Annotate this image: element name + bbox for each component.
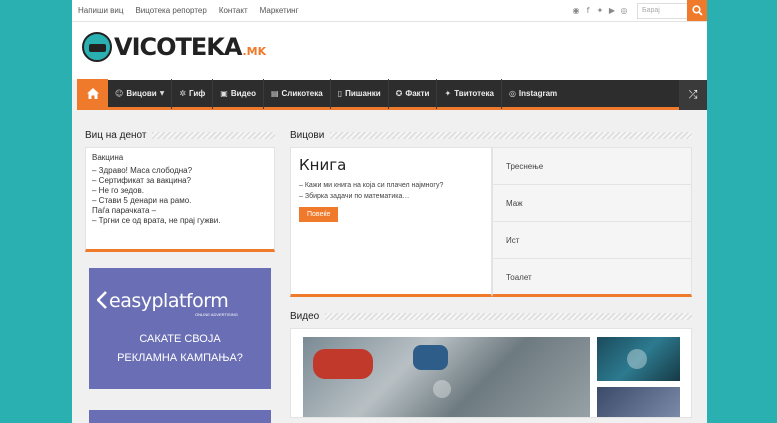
document-icon: ▯ bbox=[337, 89, 343, 98]
instagram-icon[interactable]: ◎ bbox=[620, 6, 628, 15]
heading-divider bbox=[330, 131, 692, 139]
nav-item-label: Гиф bbox=[189, 89, 206, 98]
main-content: Вицови Книга – Кажи ми книга на која си … bbox=[290, 128, 692, 418]
thumbnail-shape bbox=[313, 349, 373, 379]
featured-joke-line: – Кажи ми книга на која си плачел најмно… bbox=[299, 182, 444, 189]
joke-line: – Не го зедов. bbox=[92, 186, 144, 195]
nav-item-label: Instagram bbox=[518, 89, 558, 98]
featured-joke-line: – Збирка задачи по математика… bbox=[299, 193, 410, 200]
nav-item-fakti[interactable]: ✪ Факти bbox=[389, 78, 438, 109]
list-item[interactable]: Тоалет bbox=[493, 259, 691, 296]
twitter-icon[interactable]: ✦ bbox=[596, 6, 604, 15]
nav-item-instagram[interactable]: ◎ Instagram bbox=[502, 79, 564, 109]
list-item[interactable]: Маж bbox=[493, 185, 691, 222]
sidebar: Виц на денот Вакцина – Здраво! Маса слоб… bbox=[85, 128, 275, 423]
top-bar: Напиши виц Вицотека репортер Контакт Мар… bbox=[72, 0, 707, 22]
nav-item-label: Твитотека bbox=[454, 89, 494, 98]
nav-item-tvitoteka[interactable]: ✦ Твитотека bbox=[437, 78, 502, 109]
search-icon bbox=[691, 5, 703, 16]
joke-line: – Тргни се од врата, не прај гужви. bbox=[92, 216, 221, 225]
top-link-contact[interactable]: Контакт bbox=[219, 6, 248, 15]
nav-item-label: Пишанки bbox=[345, 89, 381, 98]
site-header: VICOTEKA .MK bbox=[72, 22, 707, 80]
top-link-marketing[interactable]: Маркетинг bbox=[260, 6, 299, 15]
search-input[interactable]: Барај bbox=[637, 3, 689, 19]
ad-brand: easyplatform bbox=[109, 290, 229, 312]
logo-name: VICOTEKA bbox=[114, 33, 242, 61]
ad-text-line1: САКАТЕ СВОЈА bbox=[139, 333, 221, 345]
nav-item-label: Факти bbox=[405, 89, 430, 98]
nav-item-vicovi[interactable]: ☺ Вицови ▼ bbox=[108, 78, 173, 109]
twitter-icon: ✦ bbox=[444, 89, 452, 98]
ad-text-line2: РЕКЛАМНА КАМПАЊА? bbox=[117, 352, 243, 364]
site-logo[interactable]: VICOTEKA .MK bbox=[82, 32, 266, 62]
ad-banner-second[interactable] bbox=[89, 410, 271, 423]
page: Напиши виц Вицотека репортер Контакт Мар… bbox=[72, 0, 707, 423]
vicovi-block: Книга – Кажи ми книга на која си плачел … bbox=[290, 147, 692, 297]
nav-item-label: Видео bbox=[230, 89, 256, 98]
facebook-icon[interactable]: f bbox=[584, 6, 592, 15]
top-link-reporter[interactable]: Вицотека репортер bbox=[135, 6, 206, 15]
joke-title[interactable]: Вакцина bbox=[92, 153, 268, 162]
joke-of-day-title: Виц на денот bbox=[85, 129, 147, 141]
joke-category-list: Треснење Маж Ист Тоалет bbox=[492, 147, 692, 297]
instagram-icon: ◎ bbox=[508, 89, 516, 98]
youtube-icon[interactable]: ▶ bbox=[608, 6, 616, 15]
joke-line: – Здраво! Маса слободна? bbox=[92, 166, 193, 175]
vicovi-heading: Вицови bbox=[290, 128, 692, 142]
joke-line: – Стави 5 денари на рамо. bbox=[92, 196, 192, 205]
thumbnail-shape bbox=[413, 345, 448, 370]
facts-icon: ✪ bbox=[395, 89, 403, 98]
play-icon bbox=[433, 380, 451, 398]
joke-of-day-heading: Виц на денот bbox=[85, 128, 275, 142]
smile-icon: ☺ bbox=[115, 89, 124, 98]
gear-icon: ✲ bbox=[179, 89, 187, 98]
home-icon bbox=[86, 88, 99, 99]
video-title: Видео bbox=[290, 310, 320, 322]
vicovi-title: Вицови bbox=[290, 129, 325, 141]
video-thumbnail[interactable] bbox=[597, 387, 680, 417]
social-icons: ◉ f ✦ ▶ ◎ bbox=[572, 6, 628, 15]
video-heading: Видео bbox=[290, 309, 692, 323]
nav-item-gif[interactable]: ✲ Гиф bbox=[172, 78, 214, 109]
chevron-down-icon: ▼ bbox=[159, 90, 165, 97]
list-item[interactable]: Треснење bbox=[493, 148, 691, 185]
random-button[interactable]: ⤮ bbox=[679, 80, 707, 110]
list-item[interactable]: Ист bbox=[493, 222, 691, 259]
more-button[interactable]: Повеќе bbox=[299, 207, 339, 222]
joke-of-day-box: Вакцина – Здраво! Маса слободна? – Серти… bbox=[85, 147, 275, 252]
logo-emblem-icon bbox=[82, 32, 112, 62]
play-icon bbox=[627, 349, 647, 369]
nav-item-label: Сликотека bbox=[281, 89, 323, 98]
top-link-write-joke[interactable]: Напиши виц bbox=[78, 6, 123, 15]
easyplatform-logo-icon bbox=[97, 291, 107, 309]
featured-joke: Книга – Кажи ми книга на која си плачел … bbox=[290, 147, 492, 297]
video-block bbox=[290, 328, 692, 418]
ad-banner[interactable]: easyplatform ONLINE ADVERTISING САКАТЕ С… bbox=[89, 268, 271, 389]
home-button[interactable] bbox=[77, 78, 108, 109]
nav-item-label: Вицови bbox=[126, 89, 157, 98]
nav-item-slikoteka[interactable]: ▤ Сликотека bbox=[264, 78, 331, 109]
nav-item-pishanki[interactable]: ▯ Пишанки bbox=[331, 78, 389, 109]
joke-line: Паѓа парачката – bbox=[92, 206, 157, 215]
rss-icon[interactable]: ◉ bbox=[572, 6, 580, 15]
logo-tld: .MK bbox=[242, 45, 267, 58]
featured-joke-title[interactable]: Книга bbox=[299, 156, 483, 174]
joke-line: – Сертификат за вакцина? bbox=[92, 176, 192, 185]
nav-item-video[interactable]: ▣ Видео bbox=[213, 78, 264, 109]
heading-divider bbox=[152, 131, 275, 139]
search-button[interactable] bbox=[687, 0, 707, 21]
video-icon: ▣ bbox=[220, 89, 228, 98]
video-thumbnail-main[interactable] bbox=[303, 337, 590, 417]
video-thumbnail[interactable] bbox=[597, 337, 680, 381]
main-nav: ☺ Вицови ▼ ✲ Гиф ▣ Видео ▤ Сликотека ▯ П… bbox=[77, 78, 707, 110]
ad-brand-sub: ONLINE ADVERTISING bbox=[195, 312, 238, 317]
heading-divider bbox=[325, 312, 692, 320]
image-icon: ▤ bbox=[270, 89, 279, 98]
shuffle-icon: ⤮ bbox=[688, 88, 698, 101]
